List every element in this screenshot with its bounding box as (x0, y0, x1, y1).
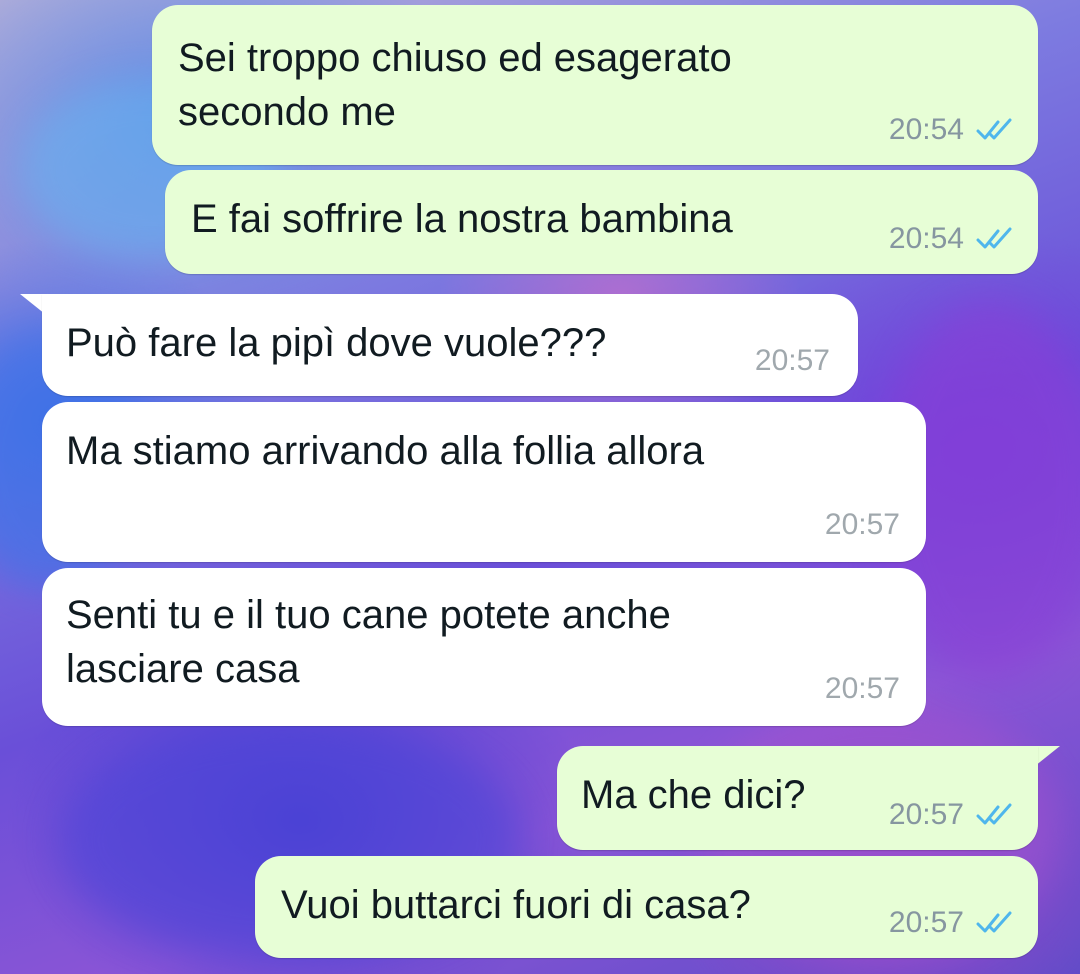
message-bubble-outgoing[interactable]: Ma che dici? 20:57 (557, 746, 1038, 850)
message-bubble-outgoing[interactable]: Sei troppo chiuso ed esagerato secondo m… (152, 5, 1038, 165)
message-time: 20:54 (888, 113, 964, 146)
message-meta: 20:54 (889, 113, 1016, 147)
double-check-read-icon (976, 803, 1012, 825)
message-text: Sei troppo chiuso ed esagerato secondo m… (178, 36, 732, 134)
message-text: Vuoi buttarci fuori di casa? (281, 883, 751, 927)
double-check-read-icon (976, 911, 1012, 933)
message-meta: 20:57 (755, 344, 830, 378)
message-time: 20:57 (888, 906, 964, 939)
message-time: 20:54 (888, 222, 964, 255)
message-time: 20:57 (888, 798, 964, 831)
double-check-read-icon (976, 118, 1012, 140)
message-text: Senti tu e il tuo cane potete anche lasc… (66, 593, 671, 691)
message-text: Ma stiamo arrivando alla follia allora (66, 429, 705, 473)
message-meta: 20:54 (889, 222, 1016, 256)
message-bubble-outgoing[interactable]: E fai soffrire la nostra bambina 20:54 (165, 170, 1038, 274)
message-text: Può fare la pipì dove vuole??? (66, 321, 607, 365)
message-text: Ma che dici? (581, 773, 806, 817)
message-time: 20:57 (824, 672, 900, 705)
message-bubble-incoming[interactable]: Può fare la pipì dove vuole??? 20:57 (42, 294, 858, 396)
message-meta: 20:57 (889, 798, 1016, 832)
message-time: 20:57 (824, 508, 900, 541)
message-text: E fai soffrire la nostra bambina (191, 197, 733, 241)
message-bubble-outgoing[interactable]: Vuoi buttarci fuori di casa? 20:57 (255, 856, 1038, 958)
message-meta: 20:57 (825, 672, 900, 706)
message-meta: 20:57 (889, 906, 1016, 940)
message-meta: 20:57 (825, 508, 900, 542)
message-bubble-incoming[interactable]: Ma stiamo arrivando alla follia allora 2… (42, 402, 926, 562)
double-check-read-icon (976, 227, 1012, 249)
message-time: 20:57 (754, 344, 830, 377)
message-bubble-incoming[interactable]: Senti tu e il tuo cane potete anche lasc… (42, 568, 926, 726)
